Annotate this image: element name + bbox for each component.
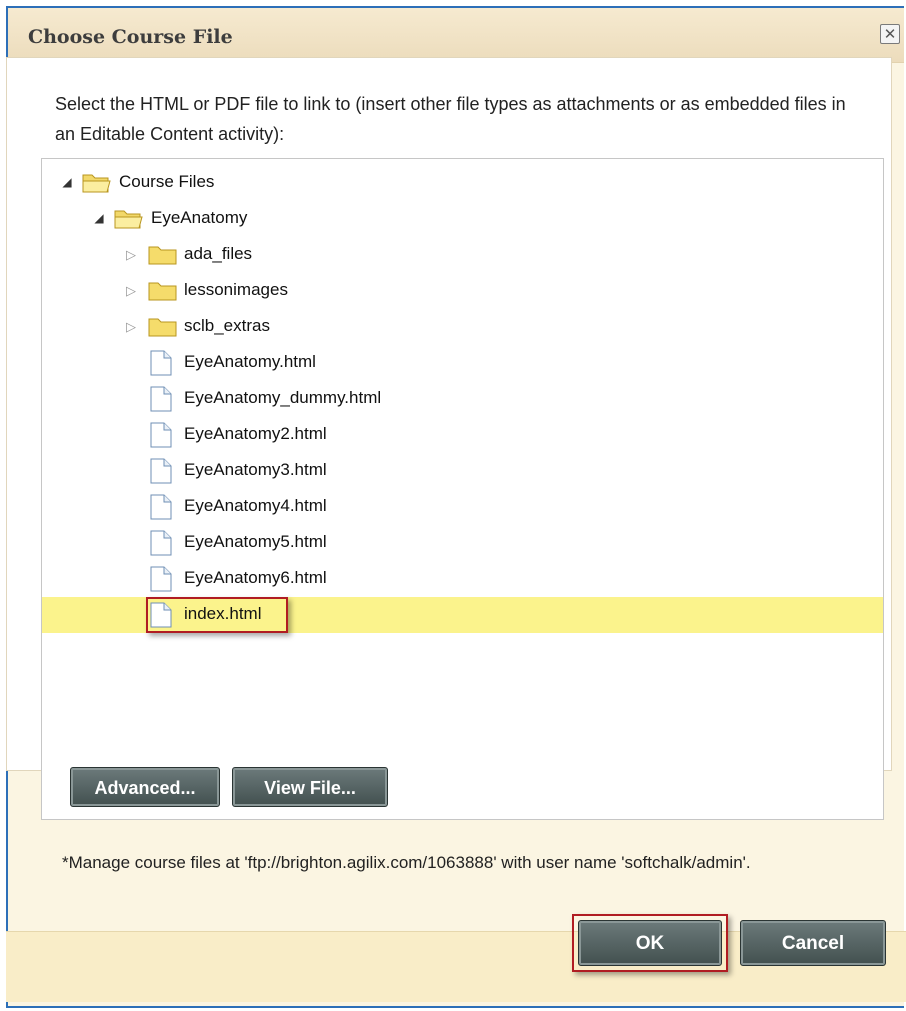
tree-item-file[interactable]: EyeAnatomy6.html xyxy=(42,561,883,597)
file-icon xyxy=(150,386,172,412)
collapsed-arrow-icon[interactable]: ▷ xyxy=(124,283,138,299)
tree-item-index-html-selected[interactable]: index.html xyxy=(42,597,883,633)
tree-item-course-files[interactable]: ◢ Course Files xyxy=(42,165,883,201)
tree-item-sclb-extras[interactable]: ▷ sclb_extras xyxy=(42,309,883,345)
instructions-text: Select the HTML or PDF file to link to (… xyxy=(55,94,846,144)
open-folder-icon xyxy=(114,210,143,229)
tree-item-file[interactable]: EyeAnatomy4.html xyxy=(42,489,883,525)
course-file-tree: ◢ Course Files ◢ EyeAnatomy ▷ ada_files … xyxy=(41,158,884,820)
collapsed-arrow-icon[interactable]: ▷ xyxy=(124,247,138,263)
tree-item-label[interactable]: sclb_extras xyxy=(184,316,270,336)
tree-item-lessonimages[interactable]: ▷ lessonimages xyxy=(42,273,883,309)
highlight-box xyxy=(572,914,728,972)
cancel-button[interactable]: Cancel xyxy=(740,920,886,966)
tree-item-label[interactable]: EyeAnatomy2.html xyxy=(184,424,327,444)
tree-item-label[interactable]: EyeAnatomy3.html xyxy=(184,460,327,480)
expanded-arrow-icon[interactable]: ◢ xyxy=(92,211,106,225)
close-icon[interactable]: ✕ xyxy=(880,24,900,44)
file-icon xyxy=(150,458,172,484)
tree-item-label[interactable]: EyeAnatomy5.html xyxy=(184,532,327,552)
tree-item-label[interactable]: Course Files xyxy=(119,172,214,192)
dialog-title: Choose Course File xyxy=(28,26,233,48)
tree-item-file[interactable]: EyeAnatomy.html xyxy=(42,345,883,381)
tree-item-label[interactable]: EyeAnatomy_dummy.html xyxy=(184,388,381,408)
file-icon xyxy=(150,350,172,376)
advanced-button[interactable]: Advanced... xyxy=(70,767,220,807)
tree-item-label[interactable]: ada_files xyxy=(184,244,252,264)
file-icon xyxy=(150,422,172,448)
file-icon xyxy=(150,530,172,556)
tree-item-ada-files[interactable]: ▷ ada_files xyxy=(42,237,883,273)
tree-item-file[interactable]: EyeAnatomy5.html xyxy=(42,525,883,561)
folder-icon xyxy=(148,318,177,337)
file-icon xyxy=(150,566,172,592)
tree-item-label[interactable]: EyeAnatomy.html xyxy=(184,352,316,372)
folder-icon xyxy=(148,246,177,265)
expanded-arrow-icon[interactable]: ◢ xyxy=(60,175,74,189)
tree-item-label[interactable]: lessonimages xyxy=(184,280,288,300)
dialog-titlebar[interactable]: Choose Course File ✕ xyxy=(8,8,904,63)
tree-item-file[interactable]: EyeAnatomy2.html xyxy=(42,417,883,453)
tree-item-label[interactable]: EyeAnatomy6.html xyxy=(184,568,327,588)
tree-item-file[interactable]: EyeAnatomy_dummy.html xyxy=(42,381,883,417)
file-icon xyxy=(150,494,172,520)
tree-item-eyeanatomy[interactable]: ◢ EyeAnatomy xyxy=(42,201,883,237)
view-file-button[interactable]: View File... xyxy=(232,767,388,807)
highlight-box xyxy=(146,597,288,633)
open-folder-icon xyxy=(82,174,111,193)
ftp-footnote: *Manage course files at 'ftp://brighton.… xyxy=(62,853,751,872)
tree-item-file[interactable]: EyeAnatomy3.html xyxy=(42,453,883,489)
tree-item-label[interactable]: EyeAnatomy xyxy=(151,208,247,228)
tree-item-label[interactable]: EyeAnatomy4.html xyxy=(184,496,327,516)
collapsed-arrow-icon[interactable]: ▷ xyxy=(124,319,138,335)
folder-icon xyxy=(148,282,177,301)
